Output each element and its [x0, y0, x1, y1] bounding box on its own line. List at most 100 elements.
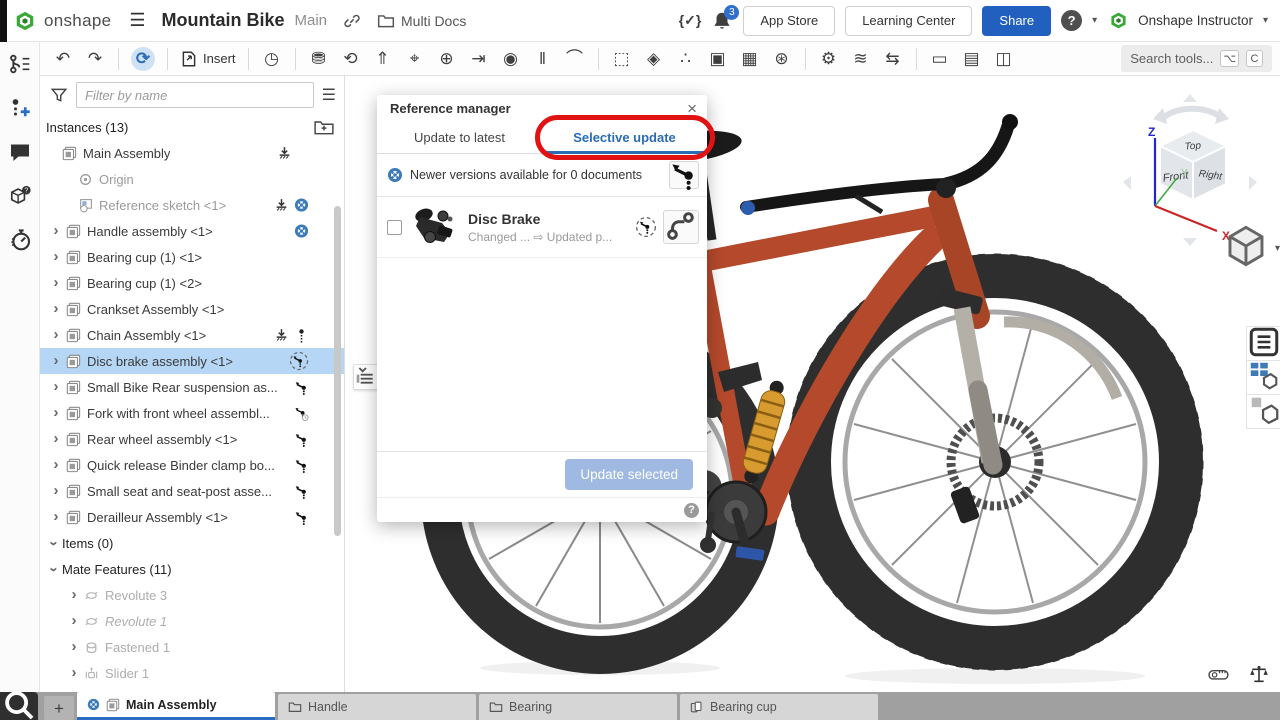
- tree-row-derailleur[interactable]: › Derailleur Assembly <1>: [40, 504, 344, 530]
- items-section-header[interactable]: › Items (0): [40, 530, 344, 556]
- tree-row-bearing-cup-1[interactable]: › Bearing cup (1) <1>: [40, 244, 344, 270]
- select-box-button[interactable]: ⬚: [607, 45, 637, 73]
- expand-icon[interactable]: ›: [66, 638, 82, 655]
- disc-brake-checkbox[interactable]: [387, 220, 402, 235]
- replicate-button[interactable]: ∴: [671, 45, 701, 73]
- tree-row-origin[interactable]: Origin: [40, 166, 344, 192]
- cylindrical-mate-button[interactable]: ⊕: [432, 45, 462, 73]
- mass-properties-button[interactable]: [1248, 664, 1270, 684]
- update-selected-button[interactable]: Update selected: [565, 459, 693, 490]
- user-avatar[interactable]: [1109, 11, 1128, 30]
- update-references-button[interactable]: ⟳: [127, 45, 159, 73]
- mate-row-revolute-3[interactable]: › Revolute 3: [40, 582, 344, 608]
- tab-handle[interactable]: Handle: [278, 694, 476, 720]
- expand-icon[interactable]: ›: [48, 352, 64, 369]
- bom-button[interactable]: ▤: [957, 45, 987, 73]
- insert-button[interactable]: Insert: [176, 45, 240, 73]
- tree-row-crankset[interactable]: › Crankset Assembly <1>: [40, 296, 344, 322]
- tree-row-main-assembly[interactable]: Main Assembly: [40, 140, 344, 166]
- tree-row-quick-release[interactable]: › Quick release Binder clamp bo...: [40, 452, 344, 478]
- tree-row-fork-front-wheel[interactable]: › Fork with front wheel assembl...: [40, 400, 344, 426]
- slider-mate-button[interactable]: ⇑: [368, 45, 398, 73]
- assembly-features-flyout[interactable]: [353, 364, 379, 390]
- undo-button[interactable]: ↶: [48, 45, 78, 73]
- expand-icon[interactable]: ›: [48, 456, 64, 473]
- exploded-view-button[interactable]: ◫: [989, 45, 1019, 73]
- group-button[interactable]: ▣: [703, 45, 733, 73]
- expand-icon[interactable]: ›: [48, 274, 64, 291]
- expand-icon[interactable]: ›: [48, 378, 64, 395]
- relations-button[interactable]: ⚙: [814, 45, 844, 73]
- versions-history-button[interactable]: [8, 52, 32, 76]
- revolute-mate-button[interactable]: ⟲: [336, 45, 366, 73]
- spring-button[interactable]: ≋: [846, 45, 876, 73]
- collapse-icon[interactable]: ›: [46, 535, 63, 551]
- cube-face-top[interactable]: Top: [1184, 140, 1201, 152]
- expand-icon[interactable]: ›: [48, 404, 64, 421]
- linear-pattern-button[interactable]: ▦: [735, 45, 765, 73]
- main-menu-button[interactable]: ☰: [129, 10, 145, 31]
- expand-icon[interactable]: ›: [48, 508, 64, 525]
- collapse-icon[interactable]: ›: [46, 561, 63, 577]
- expand-icon[interactable]: ›: [66, 612, 82, 629]
- feature-list-toggle[interactable]: [1247, 327, 1280, 361]
- tree-row-rear-suspension[interactable]: › Small Bike Rear suspension as...: [40, 374, 344, 400]
- configurations-toggle[interactable]: [1247, 361, 1280, 395]
- tab-update-to-latest[interactable]: Update to latest: [377, 121, 542, 153]
- tab-bearing-cup[interactable]: Bearing cup: [680, 694, 878, 720]
- view-options-button[interactable]: ▾: [1222, 222, 1280, 275]
- panel-scrollbar[interactable]: [334, 206, 341, 536]
- tab-selective-update[interactable]: Selective update: [542, 121, 707, 153]
- tree-row-bearing-cup-2[interactable]: › Bearing cup (1) <2>: [40, 270, 344, 296]
- fastened-mate-button[interactable]: ⛃: [304, 45, 334, 73]
- appearance-toggle[interactable]: [1247, 395, 1280, 429]
- version-graph-button[interactable]: [663, 210, 699, 244]
- list-view-button[interactable]: ☰: [322, 85, 336, 105]
- add-folder-icon[interactable]: [314, 119, 334, 135]
- tangent-mate-button[interactable]: ⌒: [560, 45, 590, 73]
- search-tabs-button[interactable]: [0, 692, 38, 720]
- search-tools-box[interactable]: Search tools... ⌥ C: [1121, 45, 1272, 72]
- tree-row-disc-brake[interactable]: › Disc brake assembly <1>: [40, 348, 344, 374]
- help-icon[interactable]: ?: [1061, 10, 1082, 31]
- tab-bearing[interactable]: Bearing: [479, 694, 677, 720]
- tree-row-reference-sketch[interactable]: Reference sketch <1>: [40, 192, 344, 218]
- redo-button[interactable]: ↷: [80, 45, 110, 73]
- offset-button[interactable]: ⇆: [878, 45, 908, 73]
- mate-row-fastened-1[interactable]: › Fastened 1: [40, 634, 344, 660]
- ball-mate-button[interactable]: ◉: [496, 45, 526, 73]
- learning-center-button[interactable]: Learning Center: [845, 6, 972, 36]
- expand-icon[interactable]: ›: [48, 430, 64, 447]
- expand-icon[interactable]: ›: [66, 586, 82, 603]
- close-icon[interactable]: ×: [687, 100, 697, 117]
- expand-icon[interactable]: ›: [48, 248, 64, 265]
- expand-icon[interactable]: ›: [48, 300, 64, 317]
- featurescript-icon[interactable]: {✓}: [679, 12, 702, 29]
- notifications-button[interactable]: 3: [711, 9, 733, 33]
- circular-pattern-button[interactable]: ⊛: [767, 45, 797, 73]
- sketch-button[interactable]: ▭: [925, 45, 955, 73]
- dialog-help-icon[interactable]: ?: [684, 503, 699, 518]
- update-all-references-button[interactable]: [669, 161, 699, 189]
- workspace-label[interactable]: Main: [294, 12, 327, 29]
- tree-row-seat-post[interactable]: › Small seat and seat-post asse...: [40, 478, 344, 504]
- add-tab-button[interactable]: +: [44, 696, 74, 720]
- comments-button[interactable]: [8, 140, 32, 164]
- learning-button[interactable]: ?: [8, 184, 32, 208]
- expand-icon[interactable]: ›: [66, 664, 82, 681]
- expand-icon[interactable]: ›: [48, 326, 64, 343]
- tree-row-chain-assembly[interactable]: › Chain Assembly <1>: [40, 322, 344, 348]
- mate-row-slider-1[interactable]: › Slider 1: [40, 660, 344, 686]
- filter-input[interactable]: [76, 82, 314, 108]
- mate-connector-button[interactable]: ◈: [639, 45, 669, 73]
- measure-button[interactable]: [1208, 664, 1230, 684]
- tree-row-rear-wheel[interactable]: › Rear wheel assembly <1>: [40, 426, 344, 452]
- share-link-icon[interactable]: [343, 12, 361, 30]
- planar-mate-button[interactable]: ⌖: [400, 45, 430, 73]
- expand-icon[interactable]: ›: [48, 482, 64, 499]
- follow-mode-button[interactable]: [8, 96, 32, 120]
- user-name[interactable]: Onshape Instructor: [1138, 13, 1253, 28]
- tab-main-assembly[interactable]: Main Assembly: [77, 692, 275, 720]
- parallel-mate-button[interactable]: ‖: [528, 45, 558, 73]
- performance-button[interactable]: [8, 228, 32, 252]
